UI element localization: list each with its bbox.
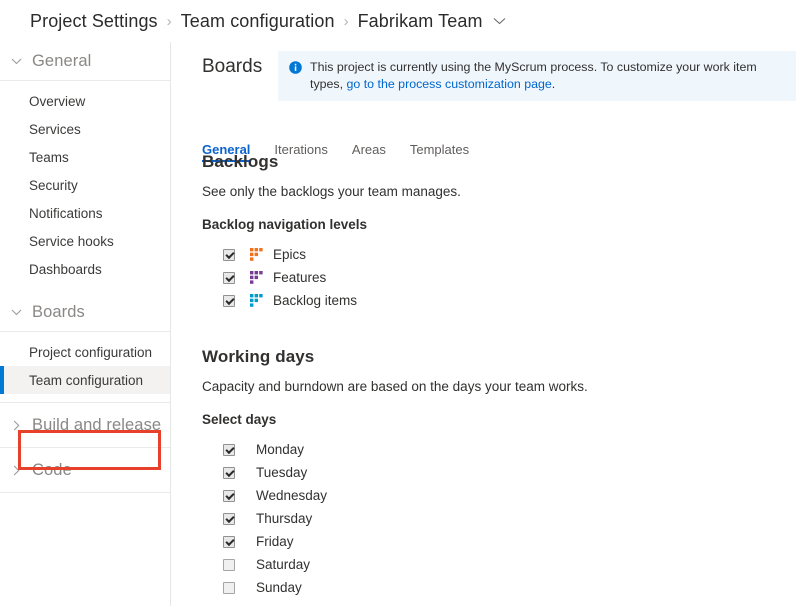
process-customization-link[interactable]: go to the process customization page [347,77,552,91]
sidebar: General Overview Services Teams Security… [0,42,171,606]
day-label: Sunday [256,580,302,595]
backlogs-title: Backlogs [202,152,279,171]
sidebar-item-services[interactable]: Services [0,115,170,143]
breadcrumb-item-team-configuration[interactable]: Team configuration [181,11,335,32]
sidebar-item-label: Dashboards [29,261,102,277]
day-label: Monday [256,442,305,457]
sidebar-item-label: Teams [29,149,69,165]
sidebar-item-label: Services [29,121,81,137]
sidebar-group-general[interactable]: General [0,42,170,81]
day-row-friday[interactable]: Friday [202,530,588,553]
backlog-level-row-features[interactable]: Features [202,266,461,289]
sidebar-group-label: Code [32,460,72,479]
chevron-down-icon [10,306,22,318]
checkbox-monday[interactable] [223,443,235,456]
checkbox-wednesday[interactable] [223,489,235,502]
info-circle-icon [289,61,302,74]
checkbox-features[interactable] [223,271,235,284]
breadcrumb-separator: › [343,12,349,30]
checkbox-backlog-items[interactable] [223,294,235,307]
backlog-level-row-backlog-items[interactable]: Backlog items [202,289,461,312]
day-label: Wednesday [256,488,328,503]
sidebar-item-project-configuration[interactable]: Project configuration [0,338,170,366]
backlogs-description: See only the backlogs your team manages. [202,184,461,199]
app-root: Project Settings › Team configuration › … [0,0,796,606]
backlog-level-label: Features [273,270,327,285]
sidebar-group-general-items: Overview Services Teams Security Notific… [0,81,170,293]
sidebar-item-notifications[interactable]: Notifications [0,199,170,227]
sidebar-item-teams[interactable]: Teams [0,143,170,171]
sidebar-item-security[interactable]: Security [0,171,170,199]
backlog-navigation-levels-label: Backlog navigation levels [202,217,368,232]
backlog-level-label: Epics [273,247,307,262]
sidebar-group-boards-items: Project configuration Team configuration [0,332,170,403]
chevron-down-icon [10,55,22,67]
sidebar-item-overview[interactable]: Overview [0,87,170,115]
sidebar-item-label: Notifications [29,205,103,221]
day-row-thursday[interactable]: Thursday [202,507,588,530]
day-label: Tuesday [256,465,308,480]
select-days-label: Select days [202,412,277,427]
day-row-tuesday[interactable]: Tuesday [202,461,588,484]
checkbox-epics[interactable] [223,248,235,261]
checkbox-sunday[interactable] [223,581,235,594]
day-label: Thursday [256,511,313,526]
day-label: Saturday [256,557,311,572]
checkbox-tuesday[interactable] [223,466,235,479]
day-row-monday[interactable]: Monday [202,438,588,461]
info-message-text-after: . [551,77,556,91]
info-message-text: This project is currently using the MySc… [310,59,786,93]
sidebar-group-boards[interactable]: Boards [0,293,170,332]
breadcrumb-item-fabrikam-team[interactable]: Fabrikam Team [358,11,483,32]
checkbox-thursday[interactable] [223,512,235,525]
day-row-wednesday[interactable]: Wednesday [202,484,588,507]
backlog-level-label: Backlog items [273,293,358,308]
breadcrumb: Project Settings › Team configuration › … [0,0,796,42]
sidebar-item-service-hooks[interactable]: Service hooks [0,227,170,255]
main-content: Boards This project is currently using t… [171,42,796,606]
working-days-description: Capacity and burndown are based on the d… [202,379,588,394]
working-days-section: Working days Capacity and burndown are b… [202,347,588,599]
backlog-level-icon-epics [250,248,263,261]
sidebar-group-code[interactable]: Code [0,448,170,493]
chevron-right-icon [10,419,22,431]
backlog-level-row-epics[interactable]: Epics [202,243,461,266]
checkbox-friday[interactable] [223,535,235,548]
backlog-level-icon-backlog-items [250,294,263,307]
sidebar-item-label: Overview [29,93,86,109]
sidebar-group-build-and-release[interactable]: Build and release [0,403,170,448]
day-row-saturday[interactable]: Saturday [202,553,588,576]
breadcrumb-item-project-settings[interactable]: Project Settings [30,11,158,32]
backlogs-section: Backlogs See only the backlogs your team… [202,152,461,312]
sidebar-group-label: Build and release [32,415,162,434]
chevron-right-icon [10,464,22,476]
working-days-title: Working days [202,347,315,366]
sidebar-item-label: Project configuration [29,344,153,360]
chevron-down-icon[interactable] [493,17,506,25]
sidebar-item-label: Team configuration [29,372,144,388]
day-row-sunday[interactable]: Sunday [202,576,588,599]
sidebar-item-label: Security [29,177,78,193]
sidebar-item-dashboards[interactable]: Dashboards [0,255,170,283]
breadcrumb-separator: › [166,12,172,30]
backlog-level-icon-features [250,271,263,284]
page-title: Boards [202,56,263,77]
sidebar-group-label: General [32,51,92,70]
sidebar-group-label: Boards [32,302,85,321]
sidebar-item-team-configuration[interactable]: Team configuration [0,366,170,394]
checkbox-saturday[interactable] [223,558,235,571]
day-label: Friday [256,534,294,549]
info-message-bar: This project is currently using the MySc… [278,51,796,101]
sidebar-item-label: Service hooks [29,233,114,249]
